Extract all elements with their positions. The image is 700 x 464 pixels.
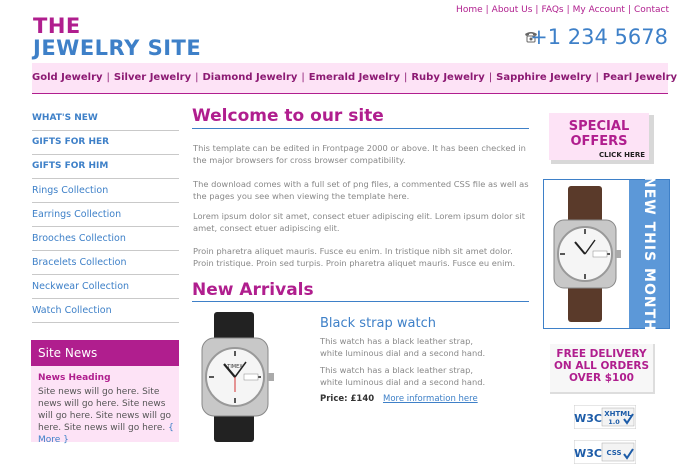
category-pearl[interactable]: Pearl Jewelry <box>603 72 677 83</box>
free-delivery-line1: FREE DELIVERY <box>556 348 647 360</box>
sidebar-item-whats-new[interactable]: WHAT'S NEW <box>32 107 179 131</box>
sidebar-item-rings[interactable]: Rings Collection <box>32 179 179 203</box>
top-link-faqs[interactable]: FAQs <box>541 5 563 15</box>
sidebar-item-bracelets[interactable]: Bracelets Collection <box>32 251 179 275</box>
special-offers-line1: SPECIAL <box>569 119 630 134</box>
sidebar-item-gifts-for-her[interactable]: GIFTS FOR HER <box>32 131 179 155</box>
logo-line-1[interactable]: THE <box>33 14 81 38</box>
new-this-month-panel[interactable]: NEW THIS MONTH <box>543 176 670 332</box>
w3c-logo-text: W3C <box>574 447 602 460</box>
xhtml-label: XHTML <box>604 410 632 418</box>
w3c-css-badge[interactable]: W3C CSS <box>574 440 636 464</box>
watch-brand-text: TIMEX <box>226 364 243 370</box>
sidebar-item-neckwear[interactable]: Neckwear Collection <box>32 275 179 299</box>
site-news-title: Site News <box>31 340 179 366</box>
intro-paragraph-1: This template can be edited in Frontpage… <box>193 143 526 165</box>
xhtml-version: 1.0 <box>608 418 620 426</box>
free-delivery-line2: ON ALL ORDERS <box>553 360 650 372</box>
sidebar-item-watch[interactable]: Watch Collection <box>32 299 179 323</box>
logo-line-2[interactable]: JEWELRY SITE <box>33 36 201 60</box>
intro-paragraph-2: The download comes with a full set of pn… <box>193 179 529 201</box>
news-heading: News Heading <box>38 373 111 383</box>
category-silver[interactable]: Silver Jewelry <box>114 72 191 83</box>
news-text-block: Site news will go here. Site news will g… <box>38 386 176 446</box>
top-link-home[interactable]: Home <box>456 5 483 15</box>
category-emerald[interactable]: Emerald Jewelry <box>309 72 400 83</box>
more-information-link[interactable]: More information here <box>383 394 478 404</box>
category-diamond[interactable]: Diamond Jewelry <box>202 72 297 83</box>
special-offers-banner[interactable]: SPECIAL OFFERS CLICK HERE <box>549 113 654 164</box>
special-offers-line2: OFFERS <box>570 134 627 149</box>
sidebar-nav: WHAT'S NEW GIFTS FOR HER GIFTS FOR HIM R… <box>32 107 179 323</box>
top-link-about[interactable]: About Us <box>492 5 533 15</box>
sidebar-item-earrings[interactable]: Earrings Collection <box>32 203 179 227</box>
sidebar-item-brooches[interactable]: Brooches Collection <box>32 227 179 251</box>
free-delivery-banner[interactable]: FREE DELIVERY ON ALL ORDERS OVER $100 <box>550 344 655 394</box>
product-description-1: This watch has a black leather strap, wh… <box>320 336 486 358</box>
product-price: Price: £140 <box>320 394 375 404</box>
top-nav: Home | About Us | FAQs | My Account | Contact <box>456 5 669 15</box>
sidebar-item-gifts-for-him[interactable]: GIFTS FOR HIM <box>32 155 179 179</box>
brown-watch-image <box>553 186 621 322</box>
phone-number: +1 234 5678 <box>530 25 668 49</box>
product-description-2: This watch has a black leather strap, wh… <box>320 365 486 387</box>
w3c-xhtml-badge[interactable]: W3C XHTML 1.0 <box>574 405 636 429</box>
top-link-account[interactable]: My Account <box>573 5 625 15</box>
new-this-month-label: NEW THIS MONTH <box>641 176 657 332</box>
w3c-logo-text: W3C <box>574 412 602 425</box>
divider <box>192 301 529 302</box>
intro-paragraph-3: Lorem ipsum dolor sit amet, consect etue… <box>193 211 526 233</box>
news-text: Site news will go here. Site news will g… <box>38 387 172 433</box>
divider <box>192 128 529 129</box>
category-gold[interactable]: Gold Jewelry <box>32 72 103 83</box>
black-watch-image[interactable]: TIMEX <box>196 312 280 442</box>
category-ruby[interactable]: Ruby Jewelry <box>411 72 484 83</box>
category-bar: Gold Jewelry | Silver Jewelry | Diamond Jewe… <box>32 63 677 94</box>
click-here-text: CLICK HERE <box>599 151 645 159</box>
welcome-title: Welcome to our site <box>192 106 384 126</box>
site-news-box: Site News News Heading Site news will go… <box>31 340 179 445</box>
intro-paragraph-4: Proin pharetra aliquet mauris. Fusce eu … <box>193 246 516 268</box>
phone-block: +1 234 5678 <box>520 25 668 51</box>
free-delivery-line3: OVER $100 <box>569 372 634 384</box>
new-arrivals-title: New Arrivals <box>192 280 314 300</box>
category-sapphire[interactable]: Sapphire Jewelry <box>496 72 591 83</box>
top-link-contact[interactable]: Contact <box>634 5 669 15</box>
product-title[interactable]: Black strap watch <box>320 316 436 331</box>
